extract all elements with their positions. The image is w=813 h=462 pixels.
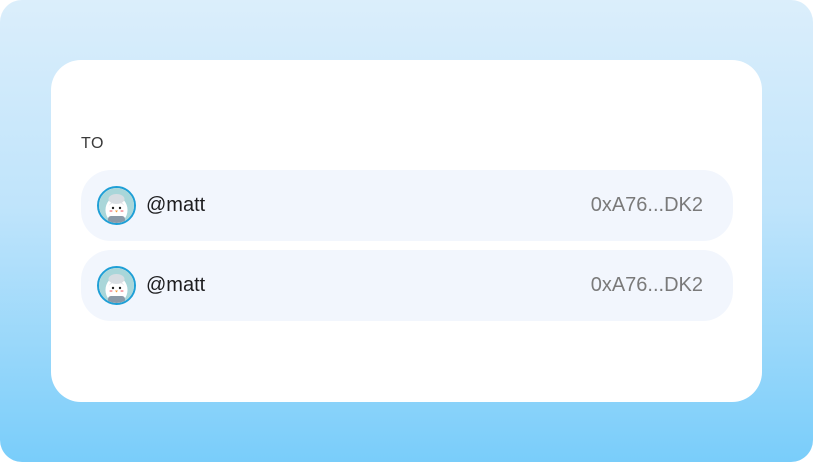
recipient-card: TO @matt 0xA76...DK2 @matt 0xA76...DK2: [51, 60, 762, 402]
to-label: TO: [81, 135, 104, 152]
recipient-handle: @matt: [146, 194, 206, 216]
recipient-list: @matt 0xA76...DK2 @matt 0xA76...DK2: [81, 170, 733, 330]
recipient-row[interactable]: @matt 0xA76...DK2: [81, 170, 733, 241]
penguin-avatar-icon: [97, 266, 136, 305]
recipient-address: 0xA76...DK2: [590, 194, 703, 216]
gradient-background: TO @matt 0xA76...DK2 @matt 0xA76...DK2: [0, 0, 813, 462]
penguin-avatar-icon: [97, 186, 136, 225]
recipient-handle: @matt: [146, 274, 206, 296]
recipient-address: 0xA76...DK2: [590, 274, 703, 296]
recipient-row[interactable]: @matt 0xA76...DK2: [81, 250, 733, 321]
